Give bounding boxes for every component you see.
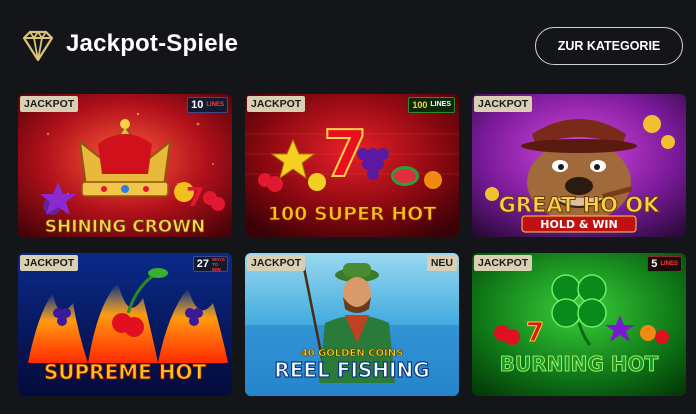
jackpot-badge: JACKPOT: [20, 255, 79, 271]
game-artwork: 40 GOLDEN COINS REEL FISHING: [245, 253, 459, 396]
jackpot-badge: JACKPOT: [20, 96, 79, 112]
page-title: Jackpot-Spiele: [66, 30, 239, 57]
lines-number: 100: [412, 100, 428, 110]
lines-badge: 5 LINES: [647, 256, 682, 272]
lines-number: 10: [191, 99, 204, 111]
new-badge: NEU: [426, 255, 457, 271]
game-tile-great-hook[interactable]: GREAT HO OK HOLD & WIN JACKPOT: [472, 94, 686, 237]
jackpot-badge: JACKPOT: [474, 255, 533, 271]
game-artwork: 7 SHINING CROWN: [18, 94, 232, 237]
svg-text:7: 7: [526, 318, 544, 348]
game-logo-text: 100 SUPER HOT: [268, 203, 437, 225]
game-artwork: GREAT HO OK HOLD & WIN: [472, 94, 686, 237]
game-grid: 7 SHINING CROWN JACKPOT 10 LINES 7 100 S…: [18, 94, 686, 396]
game-tile-supreme-hot[interactable]: SUPREME HOT JACKPOT 27 WAYS TO WIN: [18, 253, 232, 396]
lines-label: LINES: [430, 101, 451, 108]
jackpot-badge: JACKPOT: [247, 96, 306, 112]
jackpot-badge: JACKPOT: [474, 96, 533, 112]
game-logo-subtext: HOLD & WIN: [540, 218, 617, 231]
lines-number: 27: [196, 258, 209, 270]
game-logo-text: SUPREME HOT: [44, 360, 207, 384]
lines-label: LINES: [660, 261, 678, 267]
game-logo-text: REEL FISHING: [274, 358, 429, 382]
lines-label: LINES: [206, 102, 224, 108]
game-artwork: SUPREME HOT: [18, 253, 232, 396]
svg-text:7: 7: [186, 183, 204, 213]
game-artwork: 7 BURNING HOT: [472, 253, 686, 396]
game-logo-text: SHINING CROWN: [45, 217, 205, 237]
game-tile-shining-crown[interactable]: 7 SHINING CROWN JACKPOT 10 LINES: [18, 94, 232, 237]
lines-badge: 10 LINES: [187, 97, 228, 113]
game-logo-text: GREAT HO OK: [499, 193, 661, 217]
game-tile-100-super-hot[interactable]: 7 100 SUPER HOT JACKPOT 100 LINES: [245, 94, 459, 237]
lines-label: WAYS TO WIN: [212, 256, 225, 272]
game-logo-text: BURNING HOT: [500, 352, 659, 376]
jackpot-badge: JACKPOT: [247, 255, 306, 271]
diamond-icon: [22, 30, 54, 62]
game-tile-reel-fishing[interactable]: 40 GOLDEN COINS REEL FISHING JACKPOT NEU: [245, 253, 459, 396]
section-header: Jackpot-Spiele ZUR KATEGORIE: [0, 0, 696, 94]
lines-badge: 100 LINES: [408, 97, 455, 113]
lines-number: 5: [651, 258, 658, 270]
game-tile-burning-hot[interactable]: 7 BURNING HOT JACKPOT 5 LINES: [472, 253, 686, 396]
lines-badge: 27 WAYS TO WIN: [192, 256, 228, 272]
to-category-button[interactable]: ZUR KATEGORIE: [535, 27, 683, 65]
game-artwork: 7 100 SUPER HOT: [245, 94, 459, 237]
